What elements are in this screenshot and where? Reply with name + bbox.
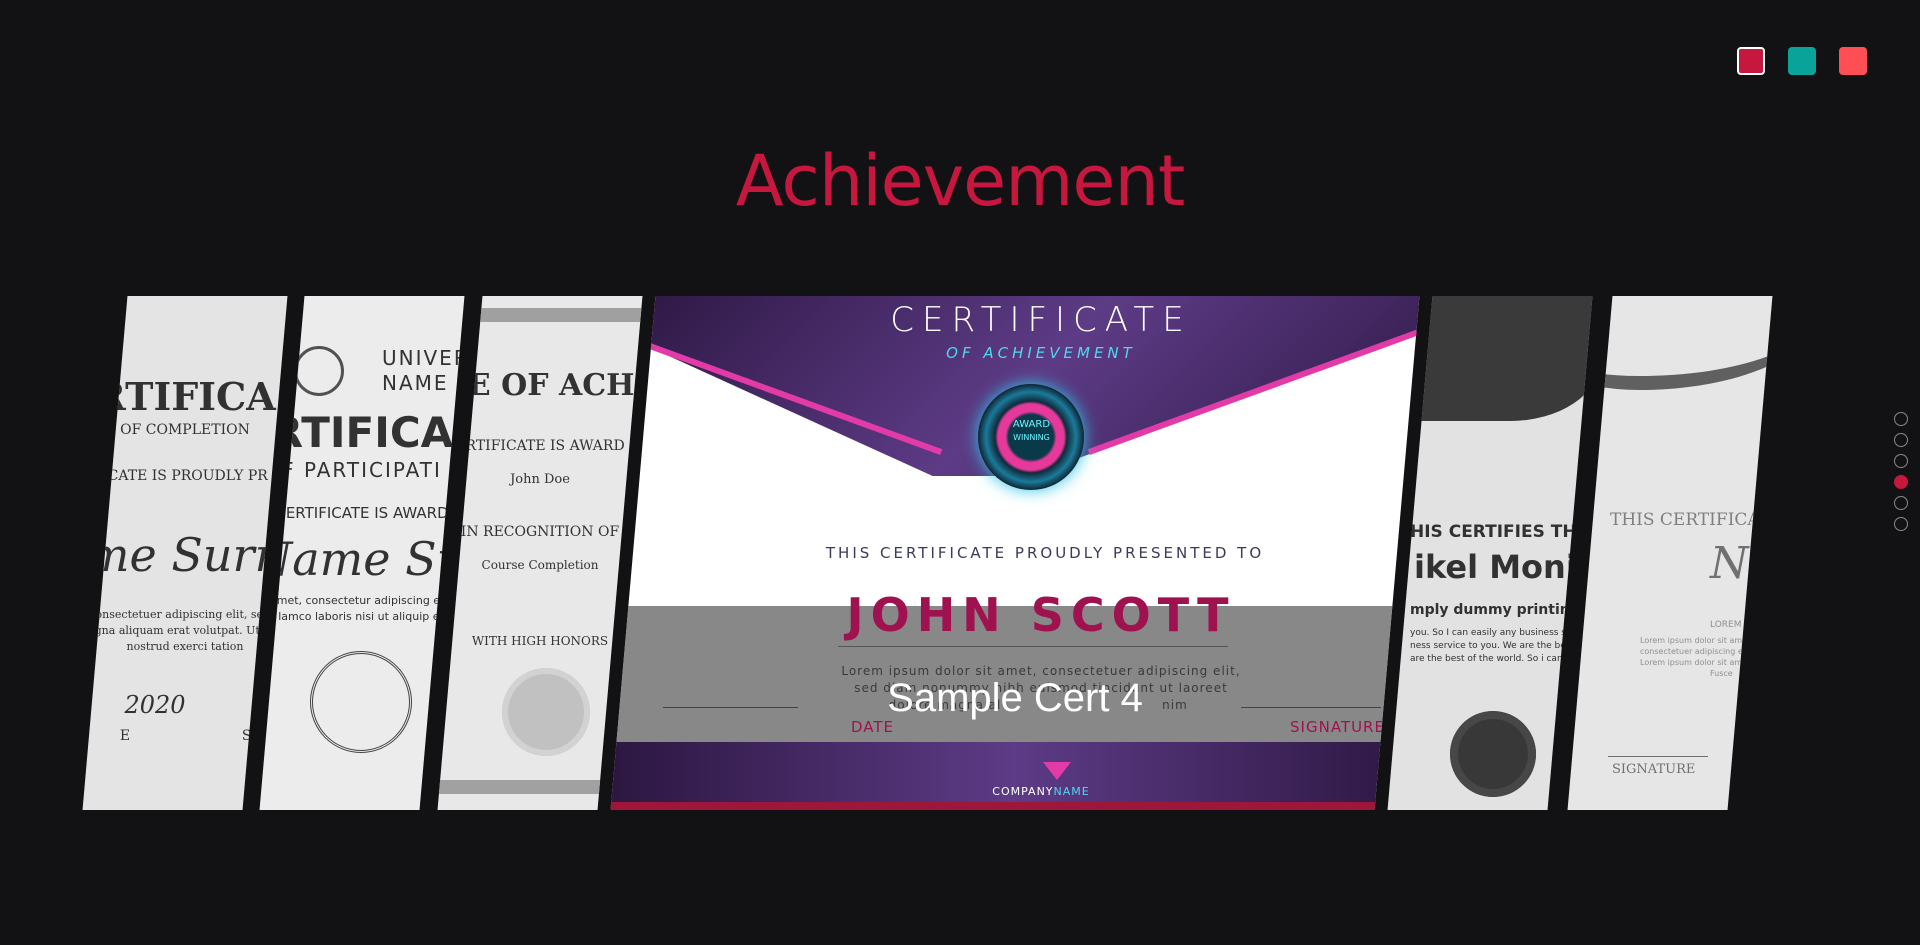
certificate-slide-1[interactable]: RTIFICA OF COMPLETION ICATE IS PROUDLY P… — [82, 296, 288, 810]
company-name-part-1: COMPANY — [992, 785, 1054, 798]
cert-title: RTIFICA — [270, 408, 454, 457]
certificate-gallery: RTIFICA OF COMPLETION ICATE IS PROUDLY P… — [82, 296, 1825, 810]
cert-title: TE OF ACH — [445, 368, 635, 403]
cert-subtitle: OF COMPLETION — [120, 422, 250, 438]
cert-text: consectetuer adipiscing elit, sed d — [89, 608, 281, 621]
badge-text-1: AWARD — [1012, 419, 1051, 430]
cert-text: nostrud exerci tation — [126, 640, 244, 653]
certificate-slide-6[interactable]: THIS CERTIFICA N LOREM IPSUM Lorem ipsum… — [1567, 296, 1773, 810]
cert-title: CERTIFICATE — [890, 300, 1192, 340]
company-logo-icon — [1043, 762, 1071, 780]
cert-recipient: John Doe — [510, 472, 570, 487]
cert-signature-label: SIGNATURE — [1612, 762, 1696, 777]
color-swatches — [1737, 47, 1867, 75]
cert-title: THIS CERTIFICA — [1610, 510, 1760, 530]
certificate-slide-5[interactable]: HIS CERTIFIES THA ikel Monir mply dummy … — [1387, 296, 1593, 810]
cert-presented-text: THIS CERTIFICATE PROUDLY PRESENTED TO — [825, 544, 1265, 562]
cert-text: mply dummy printing d — [1410, 602, 1593, 618]
cert-text: Lorem ipsum dolor sit amet — [1640, 658, 1751, 667]
cert-text: consectetuer adipiscing elit sed — [1640, 647, 1768, 656]
cert-text: ness service to you. We are the best of … — [1410, 641, 1593, 651]
cert-text: ICATE IS PROUDLY PR — [102, 468, 268, 484]
cert-text: you. So I can easily any business servic — [1410, 628, 1589, 638]
company-name-part-2: NAME — [1053, 785, 1090, 798]
cert-label: E — [119, 728, 131, 744]
pagination-dot-6[interactable] — [1894, 517, 1908, 531]
color-swatch-crimson[interactable] — [1737, 47, 1765, 75]
cert-text: Lorem ipsum dolor sit amet — [1640, 636, 1751, 645]
cert-text: are the best of the world. So i can eas — [1410, 654, 1582, 664]
cert-text: CERTIFICATE IS AWARD — [275, 504, 449, 522]
ornament-border — [437, 308, 643, 322]
cert-recipient: Name Surn — [259, 532, 465, 586]
cert-date: 2020 — [124, 691, 186, 719]
university-seal-icon — [294, 346, 344, 396]
pagination-dot-1[interactable] — [1894, 412, 1908, 426]
medal-seal-icon — [502, 668, 590, 756]
name-underline — [838, 646, 1228, 647]
cert-university: UNIVERS — [382, 346, 465, 370]
certificate-slide-4-active[interactable]: CERTIFICATE OF ACHIEVEMENT AWARD WINNING… — [610, 296, 1420, 810]
cert-recipient: JOHN SCOTT — [846, 588, 1236, 642]
cert-title: HIS CERTIFIES THA — [1410, 522, 1590, 542]
award-badge-icon: AWARD WINNING — [978, 384, 1085, 490]
cert-honors: WITH HIGH HONORS — [471, 634, 609, 648]
cert-recipient: me Surn — [85, 528, 285, 582]
cert-text: IN RECOGNITION OF — [460, 524, 620, 540]
pagination-dot-5[interactable] — [1894, 496, 1908, 510]
signature-line — [1608, 756, 1708, 757]
slide-pagination — [1894, 412, 1908, 531]
cert-text: agna aliquam erat volutpat. Ut wis — [88, 624, 282, 637]
cert-company-text: COMPANYNAME — [655, 785, 1419, 798]
cert-recipient: ikel Monir — [1414, 548, 1593, 586]
cert-label: LOREM IPSUM — [1710, 620, 1773, 630]
color-swatch-teal[interactable] — [1788, 47, 1816, 75]
cert-subtitle: OF ACHIEVEMENT — [946, 344, 1136, 362]
cert-text: amet, consectetur adipiscing elit, — [269, 594, 454, 607]
swoosh-decoration — [1567, 296, 1773, 390]
cert-title: RTIFICA — [94, 374, 276, 419]
pagination-dot-3[interactable] — [1894, 454, 1908, 468]
certificate-slide-3[interactable]: TE OF ACH ERTIFICATE IS AWARD John Doe I… — [437, 296, 643, 810]
color-swatch-coral[interactable] — [1839, 47, 1867, 75]
cert-course: Course Completion — [481, 558, 599, 572]
pagination-dot-2[interactable] — [1894, 433, 1908, 447]
cert-university-name: NAME — [382, 371, 449, 395]
cert-signature-mark: N — [1710, 538, 1749, 589]
certificate-slide-2[interactable]: UNIVERS NAME RTIFICA F PARTICIPATI CERTI… — [259, 296, 465, 810]
slide-caption: Sample Cert 4 — [887, 676, 1143, 720]
cert-subtitle: F PARTICIPATI — [282, 458, 442, 482]
cert-bottom-stripe — [610, 802, 1420, 810]
section-title: Achievement — [735, 140, 1186, 222]
cert-text: Fusce — [1710, 669, 1733, 678]
dark-wave-decoration — [1387, 296, 1593, 421]
university-shield-seal-icon — [310, 651, 412, 753]
cert-text: ERTIFICATE IS AWARD — [455, 438, 625, 454]
cert-text: lamco laboris nisi ut aliquip ex — [278, 610, 446, 623]
wax-seal-icon — [1450, 711, 1536, 797]
cert-footer-band — [610, 742, 1420, 810]
pagination-dot-4-active[interactable] — [1894, 475, 1908, 489]
badge-text-2: WINNING — [1013, 433, 1050, 442]
